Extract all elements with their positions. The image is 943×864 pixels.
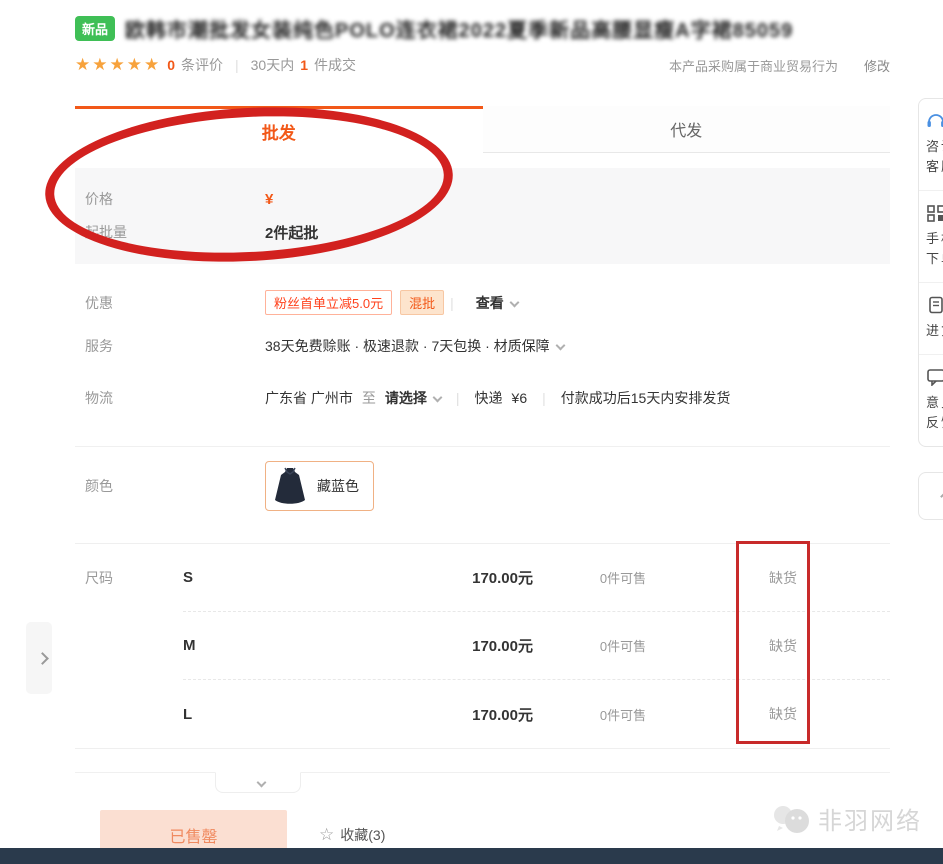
left-panel-expander[interactable]	[26, 622, 52, 694]
color-row: 颜色 藏蓝色	[75, 461, 890, 511]
sidebar-label: 下单	[926, 249, 943, 269]
logistics-label: 物流	[75, 388, 183, 408]
sidebar-label: 手机	[926, 229, 943, 249]
rating-row: ★★★★★ 0 条评价 | 30天内 1 件成交 本产品采购属于商业贸易行为 修…	[75, 55, 890, 75]
new-product-badge: 新品	[75, 16, 115, 41]
product-header: 新品 欧韩市潮批发女装纯色POLO连衣裙2022夏季新品高腰显瘦A字裙85059	[75, 14, 890, 43]
sales-unit-label: 件成交	[314, 55, 356, 75]
service-guarantees[interactable]: 38天免费赊账 · 极速退款 · 7天包换 · 材质保障	[265, 336, 564, 356]
sku-table: 尺码 S 170.00元 0件可售 缺货 M 170.00元 0件可售 缺货 L…	[75, 544, 890, 749]
price-value: ¥	[265, 191, 273, 208]
chevron-right-icon	[36, 652, 49, 665]
ship-to-label: 至	[362, 388, 376, 408]
sku-stock: 0件可售	[533, 568, 713, 587]
logistics-row: 物流 广东省 广州市 至 请选择 | 快递 ¥6 | 付款成功后15天内安排发货	[75, 388, 890, 408]
sku-price: 170.00元	[343, 704, 533, 725]
tab-wholesale[interactable]: 批发	[75, 106, 483, 153]
sku-row-m: M 170.00元 0件可售 缺货	[183, 612, 890, 680]
chevron-down-icon	[257, 778, 267, 788]
view-promos-link[interactable]: 查看	[476, 293, 518, 313]
collapse-sku-button[interactable]	[215, 772, 301, 793]
sku-status: 缺货	[713, 636, 853, 656]
mix-batch-tag: 混批	[400, 290, 444, 315]
bottom-bar	[0, 848, 943, 864]
dispatch-note: 付款成功后15天内安排发货	[561, 388, 731, 408]
trade-note: 本产品采购属于商业贸易行为	[669, 56, 838, 75]
tab-dropship[interactable]: 代发	[483, 106, 891, 153]
section-divider	[75, 748, 890, 749]
sidebar-item-mobile-order[interactable]: 手机 下单	[919, 190, 943, 282]
sku-stock: 0件可售	[533, 636, 713, 655]
service-label: 服务	[75, 336, 183, 356]
watermark-text: 非羽网络	[818, 801, 922, 836]
divider: |	[229, 57, 245, 73]
color-label: 颜色	[75, 476, 183, 496]
sku-size: S	[183, 569, 343, 586]
sidebar-item-feedback[interactable]: 意见 反馈	[919, 354, 943, 446]
destination-select[interactable]: 请选择	[385, 388, 441, 408]
promo-label: 优惠	[75, 293, 183, 313]
sku-price: 170.00元	[343, 635, 533, 656]
color-option-label: 藏蓝色	[317, 476, 359, 496]
sidebar-label: 客服	[926, 157, 943, 177]
order-list-icon	[926, 296, 943, 314]
service-row: 服务 38天免费赊账 · 极速退款 · 7天包换 · 材质保障	[75, 336, 890, 356]
divider: |	[444, 295, 460, 311]
moq-value: 2件起批	[265, 222, 318, 243]
sku-status: 缺货	[713, 704, 853, 724]
sku-row-s: S 170.00元 0件可售 缺货	[183, 544, 890, 612]
sidebar-item-purchase-list[interactable]: 进货单	[919, 282, 943, 354]
chevron-down-icon	[555, 341, 565, 351]
color-swatch-image	[271, 466, 309, 506]
offer-tabs: 批发 代发	[75, 106, 890, 153]
ship-from: 广东省 广州市	[265, 388, 353, 408]
favorite-label: 收藏(3)	[340, 825, 385, 845]
sidebar-label: 咨询	[926, 137, 943, 157]
watermark: 非羽网络	[770, 801, 922, 836]
promo-row: 优惠 粉丝首单立减5.0元 混批 | 查看	[75, 290, 890, 315]
express-label: 快递	[475, 388, 503, 408]
sales-window-label: 30天内	[251, 55, 295, 75]
feedback-icon	[926, 368, 943, 386]
sku-size: L	[183, 706, 343, 723]
sku-price: 170.00元	[343, 567, 533, 588]
expander-row	[75, 772, 890, 794]
sku-status: 缺货	[713, 568, 853, 588]
price-label: 价格	[75, 189, 183, 209]
divider: |	[536, 390, 552, 406]
chevron-down-icon	[432, 393, 442, 403]
size-label: 尺码	[85, 568, 113, 588]
review-count: 0	[167, 57, 175, 73]
sidebar-label: 进货单	[926, 321, 943, 341]
product-title: 欧韩市潮批发女装纯色POLO连衣裙2022夏季新品高腰显瘦A字裙85059	[125, 14, 793, 43]
moq-label: 起批量	[75, 222, 183, 242]
qr-phone-icon	[926, 204, 943, 222]
sku-stock: 0件可售	[533, 705, 713, 724]
back-to-top-button[interactable]	[918, 472, 943, 520]
sidebar-label: 反馈	[926, 413, 943, 433]
star-outline-icon: ☆	[319, 825, 334, 845]
express-fee: ¥6	[512, 390, 528, 406]
star-rating-icon: ★★★★★	[75, 55, 161, 75]
sidebar-label: 意见	[926, 393, 943, 413]
sku-row-l: L 170.00元 0件可售 缺货	[183, 680, 890, 748]
price-panel: 价格 ¥ 起批量 2件起批	[75, 168, 890, 264]
favorite-button[interactable]: ☆ 收藏(3)	[319, 825, 385, 845]
section-divider	[75, 446, 890, 447]
right-sidebar: 咨询 客服 手机 下单 进货单 意	[918, 98, 943, 447]
coupon-tag: 粉丝首单立减5.0元	[265, 290, 392, 315]
sku-size: M	[183, 637, 343, 654]
headset-icon	[926, 112, 943, 130]
sidebar-item-customer-service[interactable]: 咨询 客服	[919, 99, 943, 190]
chevron-down-icon	[509, 297, 519, 307]
watermark-logo-icon	[770, 802, 812, 836]
color-option-navy[interactable]: 藏蓝色	[265, 461, 374, 511]
modify-link[interactable]: 修改	[864, 56, 890, 75]
product-page: 新品 欧韩市潮批发女装纯色POLO连衣裙2022夏季新品高腰显瘦A字裙85059…	[0, 0, 943, 864]
divider: |	[450, 390, 466, 406]
review-label: 条评价	[181, 55, 223, 75]
sales-count: 1	[300, 57, 308, 73]
